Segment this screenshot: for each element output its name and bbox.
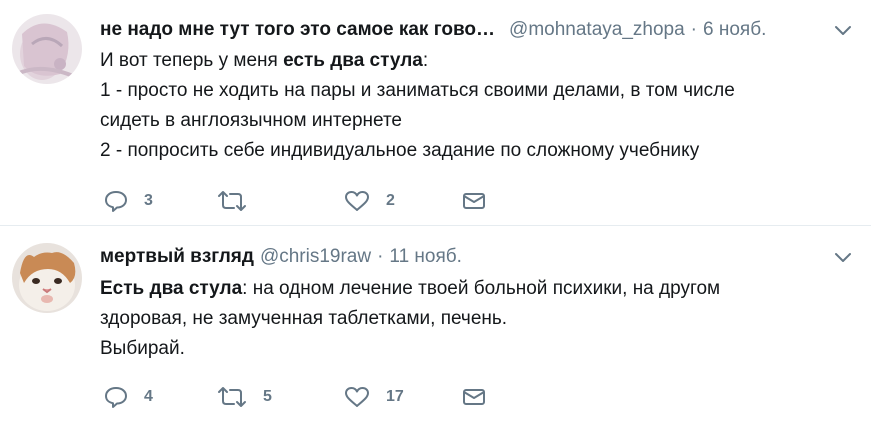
timestamp[interactable]: 6 нояб. bbox=[703, 19, 766, 41]
fullname[interactable]: не надо мне тут того это самое как гово… bbox=[100, 19, 495, 41]
reply-icon bbox=[104, 386, 128, 408]
username[interactable]: @chris19raw bbox=[260, 246, 371, 268]
tweet-header: не надо мне тут того это самое как гово…… bbox=[100, 17, 857, 43]
tweet[interactable]: не надо мне тут того это самое как гово…… bbox=[0, 0, 871, 226]
username[interactable]: @mohnataya_zhopa bbox=[509, 19, 685, 41]
envelope-icon bbox=[462, 191, 486, 211]
tweet-text: Есть два стула: на одном лечение твоей б… bbox=[100, 274, 851, 364]
timestamp[interactable]: 11 нояб. bbox=[389, 246, 462, 268]
separator: · bbox=[690, 19, 697, 40]
avatar[interactable] bbox=[12, 243, 82, 313]
dm-button[interactable] bbox=[462, 189, 486, 213]
tweet-text-line: 1 - просто не ходить на пары и заниматьс… bbox=[100, 80, 735, 131]
like-button[interactable]: 2 bbox=[344, 189, 395, 213]
reply-button[interactable]: 4 bbox=[104, 385, 153, 409]
heart-icon bbox=[344, 190, 370, 212]
tweet-text-line: Выбирай. bbox=[100, 338, 185, 359]
tweet-text-line: И вот теперь у меня есть два стула: bbox=[100, 46, 851, 76]
retweet-icon bbox=[217, 190, 247, 212]
reply-count: 3 bbox=[144, 192, 153, 209]
separator: · bbox=[377, 246, 384, 267]
text-span: : bbox=[422, 50, 429, 71]
retweet-button[interactable] bbox=[217, 189, 263, 213]
retweet-count: 5 bbox=[263, 388, 272, 405]
text-span: И вот теперь у меня bbox=[100, 50, 284, 71]
tweet-header: мертвый взгляд @chris19raw · 11 нояб. bbox=[100, 244, 857, 270]
like-count: 17 bbox=[386, 388, 404, 405]
tweet-text-line: Есть два стула: на одном лечение твоей б… bbox=[100, 274, 790, 334]
reply-icon bbox=[104, 190, 128, 212]
retweet-icon bbox=[217, 386, 247, 408]
tweet-text: И вот теперь у меня есть два стула: 1 - … bbox=[100, 46, 851, 166]
reply-button[interactable]: 3 bbox=[104, 189, 153, 213]
dm-button[interactable] bbox=[462, 385, 486, 409]
chevron-down-icon[interactable] bbox=[831, 19, 855, 43]
envelope-icon bbox=[462, 387, 486, 407]
bold-text: есть два стула bbox=[283, 50, 423, 71]
like-count: 2 bbox=[386, 192, 395, 209]
chevron-down-icon[interactable] bbox=[831, 246, 855, 270]
like-button[interactable]: 17 bbox=[344, 385, 404, 409]
reply-count: 4 bbox=[144, 388, 153, 405]
avatar[interactable] bbox=[12, 14, 82, 84]
fullname[interactable]: мертвый взгляд bbox=[100, 246, 254, 268]
retweet-button[interactable]: 5 bbox=[217, 385, 272, 409]
tweet-text-line: 2 - попросить себе индивидуальное задани… bbox=[100, 140, 700, 161]
heart-icon bbox=[344, 386, 370, 408]
tweet[interactable]: мертвый взгляд @chris19raw · 11 нояб. Ес… bbox=[0, 227, 871, 421]
bold-text: Есть два стула bbox=[100, 278, 243, 299]
